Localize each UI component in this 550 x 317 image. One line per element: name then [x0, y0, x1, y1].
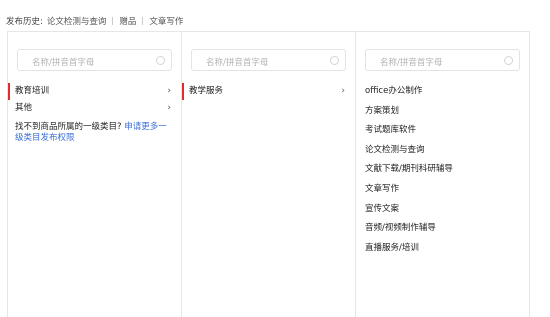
category-item-article-writing[interactable]: 文章写作	[356, 180, 529, 200]
category-list-level1: 教育培训 › 其他 ›	[8, 83, 181, 117]
category-item-audio-video-production[interactable]: 音频/视频制作辅导	[356, 219, 529, 239]
category-column-level3: office办公制作 方案策划 考试题库软件 论文检测与查询 文献下载/期刊科研…	[356, 32, 529, 317]
category-item-label: 其他	[15, 103, 33, 113]
chevron-right-icon: ›	[167, 103, 171, 113]
publish-history: 发布历史: 论文检测与查询 赠品 文章写作	[6, 14, 183, 28]
chevron-right-icon: ›	[167, 86, 171, 96]
history-separator	[142, 17, 144, 25]
history-item-thesis-check[interactable]: 论文检测与查询	[47, 15, 107, 27]
search-input[interactable]	[366, 53, 519, 73]
category-search-level1	[17, 49, 172, 73]
category-column-level1: 教育培训 › 其他 › 找不到商品所属的一级类目? 申请更多一级类目发布权限	[8, 32, 182, 317]
category-item-label: 教育培训	[15, 86, 50, 96]
category-item-exam-question-bank[interactable]: 考试题库软件	[356, 121, 529, 141]
category-list-level3: office办公制作 方案策划 考试题库软件 论文检测与查询 文献下载/期刊科研…	[356, 82, 529, 258]
category-item-literature-download[interactable]: 文献下载/期刊科研辅导	[356, 160, 529, 180]
history-item-gift[interactable]: 赠品	[119, 15, 136, 27]
category-item-label: 教学服务	[189, 86, 224, 96]
category-search-level2	[191, 49, 346, 73]
category-list-level2: 教学服务 ›	[182, 83, 355, 100]
search-input[interactable]	[18, 53, 171, 73]
category-column-level2: 教学服务 ›	[182, 32, 356, 317]
category-item-thesis-check[interactable]: 论文检测与查询	[356, 141, 529, 161]
missing-category-notice: 找不到商品所属的一级类目? 申请更多一级类目发布权限	[15, 122, 175, 144]
category-selector: 教育培训 › 其他 › 找不到商品所属的一级类目? 申请更多一级类目发布权限 教…	[7, 31, 530, 317]
category-item-other[interactable]: 其他 ›	[8, 100, 181, 117]
category-search-level3	[365, 49, 520, 73]
search-icon[interactable]	[330, 56, 339, 65]
history-label: 发布历史:	[6, 17, 43, 27]
category-item-proposal-planning[interactable]: 方案策划	[356, 102, 529, 122]
history-separator	[112, 17, 114, 25]
category-item-teaching-service[interactable]: 教学服务 ›	[182, 83, 355, 100]
notice-text: 找不到商品所属的一级类目?	[15, 122, 122, 132]
search-icon[interactable]	[156, 56, 165, 65]
search-icon[interactable]	[504, 56, 513, 65]
category-item-live-streaming-training[interactable]: 直播服务/培训	[356, 239, 529, 259]
search-input[interactable]	[192, 53, 345, 73]
category-item-office-production[interactable]: office办公制作	[356, 82, 529, 102]
history-item-article-writing[interactable]: 文章写作	[149, 15, 183, 27]
category-item-education-training[interactable]: 教育培训 ›	[8, 83, 181, 100]
category-item-promo-copy[interactable]: 宣传文案	[356, 200, 529, 220]
chevron-right-icon: ›	[341, 86, 345, 96]
